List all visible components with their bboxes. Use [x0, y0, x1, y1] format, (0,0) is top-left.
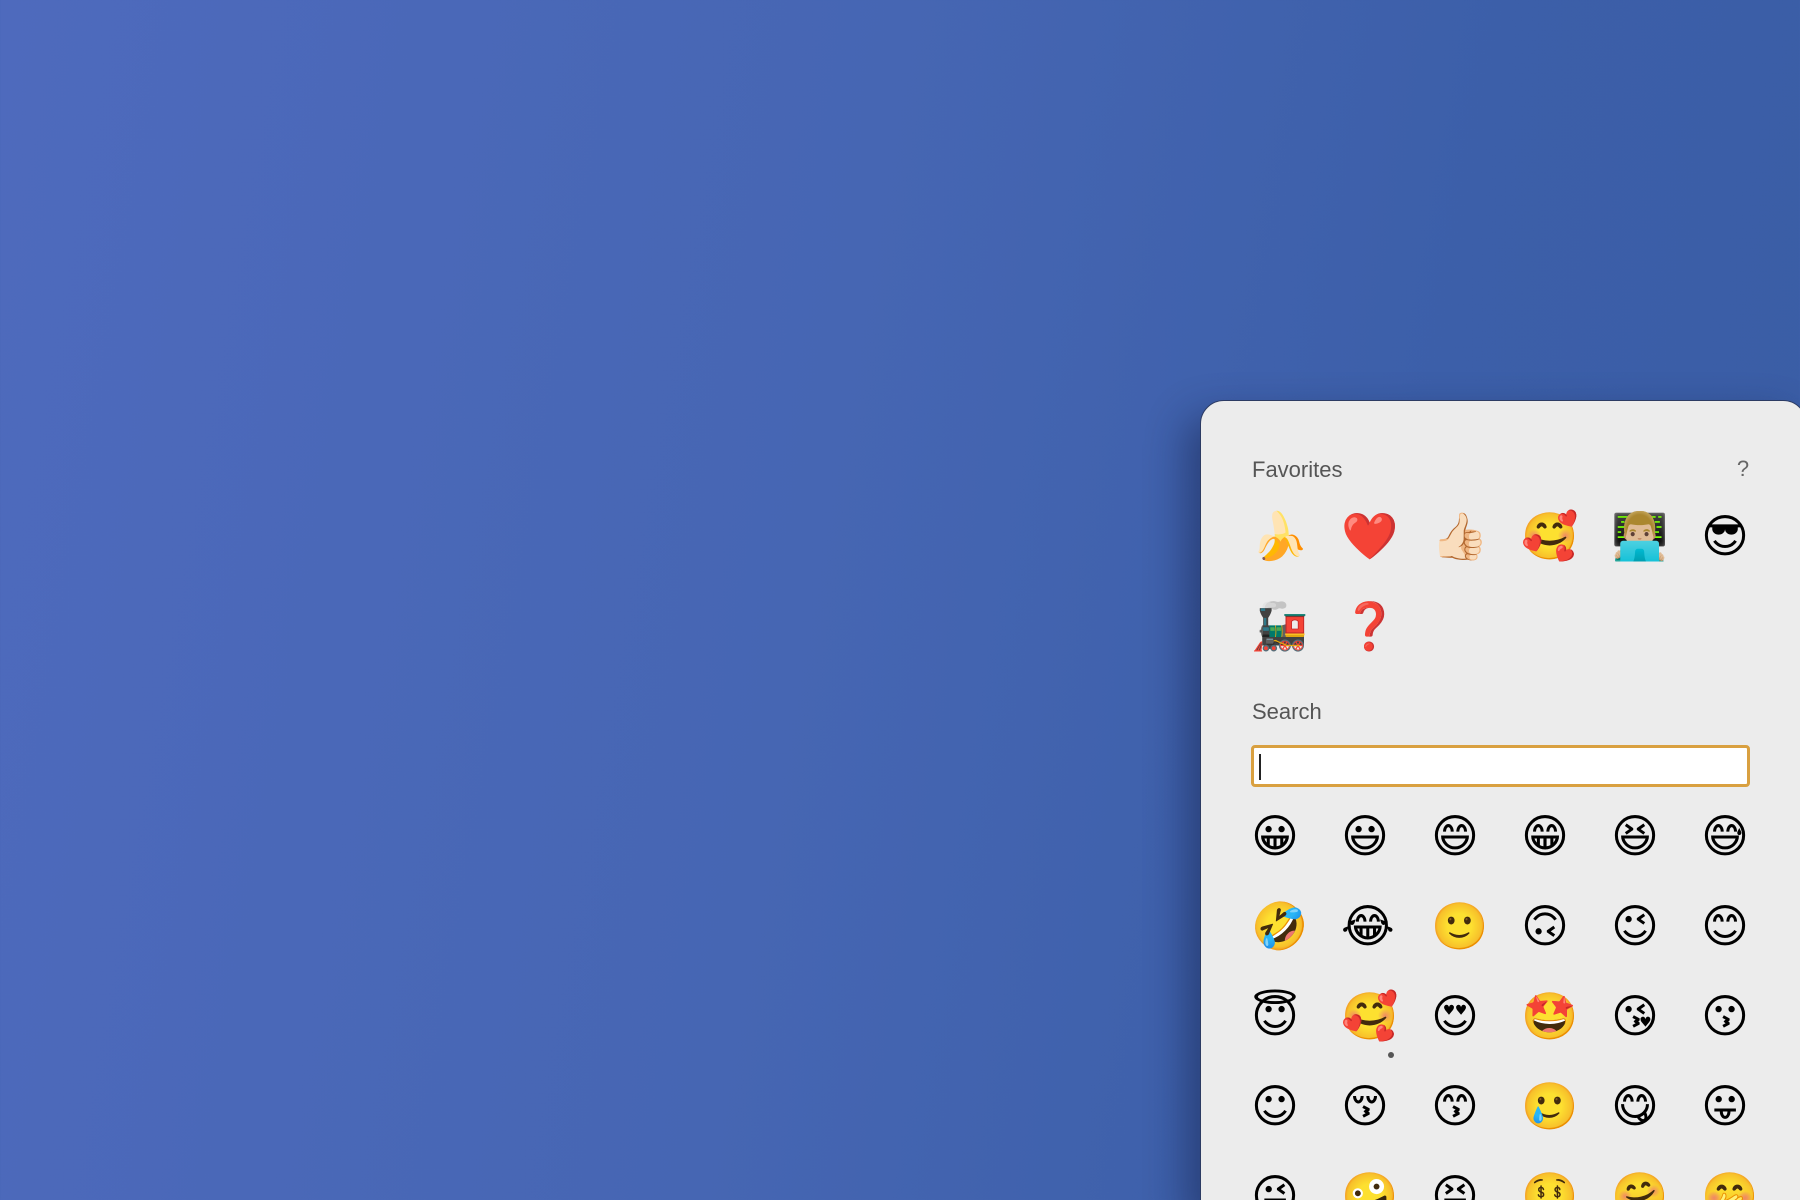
- star-struck-face-icon: 🤩: [1521, 989, 1579, 1043]
- list-emoji-smiling-face-with-tear[interactable]: 🥲: [1519, 1061, 1609, 1151]
- list-emoji-star-struck-face[interactable]: 🤩: [1519, 971, 1609, 1061]
- list-emoji-upside-down-face[interactable]: 🙃: [1519, 881, 1609, 971]
- squinting-face-icon: 😆: [1611, 809, 1659, 863]
- list-emoji-grinning-face-smiling-eyes[interactable]: 😄: [1429, 791, 1519, 881]
- kissing-face-icon: 😗: [1701, 989, 1749, 1043]
- kissing-face-closed-eyes-icon: 😚: [1341, 1079, 1389, 1133]
- list-emoji-smiling-face-smiling-eyes[interactable]: 😊: [1699, 881, 1789, 971]
- rolling-on-floor-laughing-icon: 🤣: [1251, 899, 1309, 953]
- help-button[interactable]: ?: [1729, 455, 1757, 483]
- search-field[interactable]: [1251, 745, 1750, 787]
- man-technologist-icon: 👨🏼‍💻: [1611, 509, 1669, 563]
- thumbs-up-icon: 👍🏻: [1431, 509, 1489, 563]
- favorite-emoji-banana[interactable]: 🍌: [1249, 491, 1339, 581]
- smiling-face-with-halo-icon: 😇: [1251, 989, 1299, 1043]
- list-emoji-face-savoring-food[interactable]: 😋: [1609, 1061, 1699, 1151]
- list-emoji-face-blowing-kiss[interactable]: 😘: [1609, 971, 1699, 1061]
- winking-face-icon: 😉: [1611, 899, 1659, 953]
- emoji-list-grid: 😀 😃 😄 😁 😆 😅 🤣 😂 🙂 🙃 😉 😊 😇 🥰 😍 🤩 😘 😗 ☺ 😚 😙 🥲 😋 😛 😜 🤪 😝 🤑 🤗 🤭: [1249, 791, 1789, 1200]
- list-emoji-slightly-smiling-face[interactable]: 🙂: [1429, 881, 1519, 971]
- list-emoji-face-with-tears-of-joy[interactable]: 😂: [1339, 881, 1429, 971]
- kissing-face-smiling-eyes-icon: 😙: [1431, 1079, 1479, 1133]
- list-emoji-rolling-on-floor-laughing[interactable]: 🤣: [1249, 881, 1339, 971]
- list-emoji-grinning-face-sweat[interactable]: 😅: [1699, 791, 1789, 881]
- favorite-emoji-man-technologist[interactable]: 👨🏼‍💻: [1609, 491, 1699, 581]
- grinning-face-sweat-icon: 😅: [1701, 809, 1749, 863]
- list-emoji-squinting-face-with-tongue[interactable]: 😝: [1429, 1151, 1519, 1200]
- list-emoji-winking-face-with-tongue[interactable]: 😜: [1249, 1151, 1339, 1200]
- list-emoji-winking-face[interactable]: 😉: [1609, 881, 1699, 971]
- face-with-tongue-icon: 😛: [1701, 1079, 1749, 1133]
- favorites-title: Favorites: [1252, 457, 1343, 482]
- sunglasses-face-icon: 😎: [1701, 509, 1749, 563]
- list-emoji-grinning-face-big-eyes[interactable]: 😃: [1339, 791, 1429, 881]
- list-emoji-face-with-hand-over-mouth[interactable]: 🤭: [1699, 1151, 1789, 1200]
- money-mouth-face-icon: 🤑: [1521, 1169, 1579, 1200]
- hugging-face-icon: 🤗: [1611, 1169, 1669, 1200]
- list-emoji-kissing-face-closed-eyes[interactable]: 😚: [1339, 1061, 1429, 1151]
- zany-face-icon: 🤪: [1341, 1169, 1399, 1200]
- list-emoji-hugging-face[interactable]: 🤗: [1609, 1151, 1699, 1200]
- list-emoji-face-with-tongue[interactable]: 😛: [1699, 1061, 1789, 1151]
- smiling-face-outline-icon: ☺: [1251, 1079, 1299, 1133]
- list-emoji-smiling-face-with-hearts[interactable]: 🥰: [1339, 971, 1429, 1061]
- favorite-emoji-red-heart[interactable]: ❤️: [1339, 491, 1429, 581]
- list-emoji-zany-face[interactable]: 🤪: [1339, 1151, 1429, 1200]
- grinning-face-big-eyes-icon: 😃: [1341, 809, 1389, 863]
- upside-down-face-icon: 🙃: [1521, 899, 1569, 953]
- list-emoji-kissing-face[interactable]: 😗: [1699, 971, 1789, 1061]
- smiling-face-with-hearts-icon: 🥰: [1341, 989, 1399, 1043]
- beaming-face-icon: 😁: [1521, 809, 1569, 863]
- text-cursor: [1259, 754, 1261, 780]
- face-savoring-food-icon: 😋: [1611, 1079, 1659, 1133]
- heart-eyes-face-icon: 😍: [1431, 989, 1479, 1043]
- smiling-face-with-tear-icon: 🥲: [1521, 1079, 1579, 1133]
- list-emoji-beaming-face[interactable]: 😁: [1519, 791, 1609, 881]
- favorite-emoji-thumbs-up[interactable]: 👍🏻: [1429, 491, 1519, 581]
- emoji-picker-panel: Favorites ? 🍌 ❤️ 👍🏻 🥰 👨🏼‍💻 😎 🚂 ❓ Search 😀 😃 😄 😁 😆 😅 🤣…: [1200, 400, 1800, 1200]
- squinting-face-with-tongue-icon: 😝: [1431, 1169, 1479, 1200]
- grinning-face-icon: 😀: [1251, 809, 1299, 863]
- smiling-face-with-hearts-icon: 🥰: [1521, 509, 1579, 563]
- list-emoji-grinning-face[interactable]: 😀: [1249, 791, 1339, 881]
- face-with-tears-of-joy-icon: 😂: [1341, 899, 1395, 953]
- winking-face-with-tongue-icon: 😜: [1251, 1169, 1299, 1200]
- list-emoji-squinting-face[interactable]: 😆: [1609, 791, 1699, 881]
- list-emoji-kissing-face-smiling-eyes[interactable]: 😙: [1429, 1061, 1519, 1151]
- favorite-emoji-red-question-mark[interactable]: ❓: [1339, 581, 1429, 671]
- favorites-grid: 🍌 ❤️ 👍🏻 🥰 👨🏼‍💻 😎 🚂 ❓: [1249, 491, 1789, 671]
- list-emoji-smiling-face-outline[interactable]: ☺: [1249, 1061, 1339, 1151]
- list-emoji-smiling-face-with-halo[interactable]: 😇: [1249, 971, 1339, 1061]
- list-emoji-heart-eyes-face[interactable]: 😍: [1429, 971, 1519, 1061]
- banana-icon: 🍌: [1251, 509, 1309, 563]
- skin-tone-variants-indicator: [1388, 1052, 1394, 1058]
- list-emoji-money-mouth-face[interactable]: 🤑: [1519, 1151, 1609, 1200]
- face-with-hand-over-mouth-icon: 🤭: [1701, 1169, 1759, 1200]
- slightly-smiling-face-icon: 🙂: [1431, 899, 1489, 953]
- red-heart-icon: ❤️: [1341, 509, 1399, 563]
- grinning-face-smiling-eyes-icon: 😄: [1431, 809, 1479, 863]
- search-input[interactable]: [1254, 748, 1747, 784]
- face-blowing-kiss-icon: 😘: [1611, 989, 1659, 1043]
- smiling-face-smiling-eyes-icon: 😊: [1701, 899, 1749, 953]
- red-question-mark-icon: ❓: [1341, 599, 1399, 653]
- favorite-emoji-locomotive[interactable]: 🚂: [1249, 581, 1339, 671]
- locomotive-icon: 🚂: [1251, 599, 1309, 653]
- search-title: Search: [1252, 699, 1322, 724]
- favorite-emoji-sunglasses-face[interactable]: 😎: [1699, 491, 1789, 581]
- favorite-emoji-smiling-face-with-hearts[interactable]: 🥰: [1519, 491, 1609, 581]
